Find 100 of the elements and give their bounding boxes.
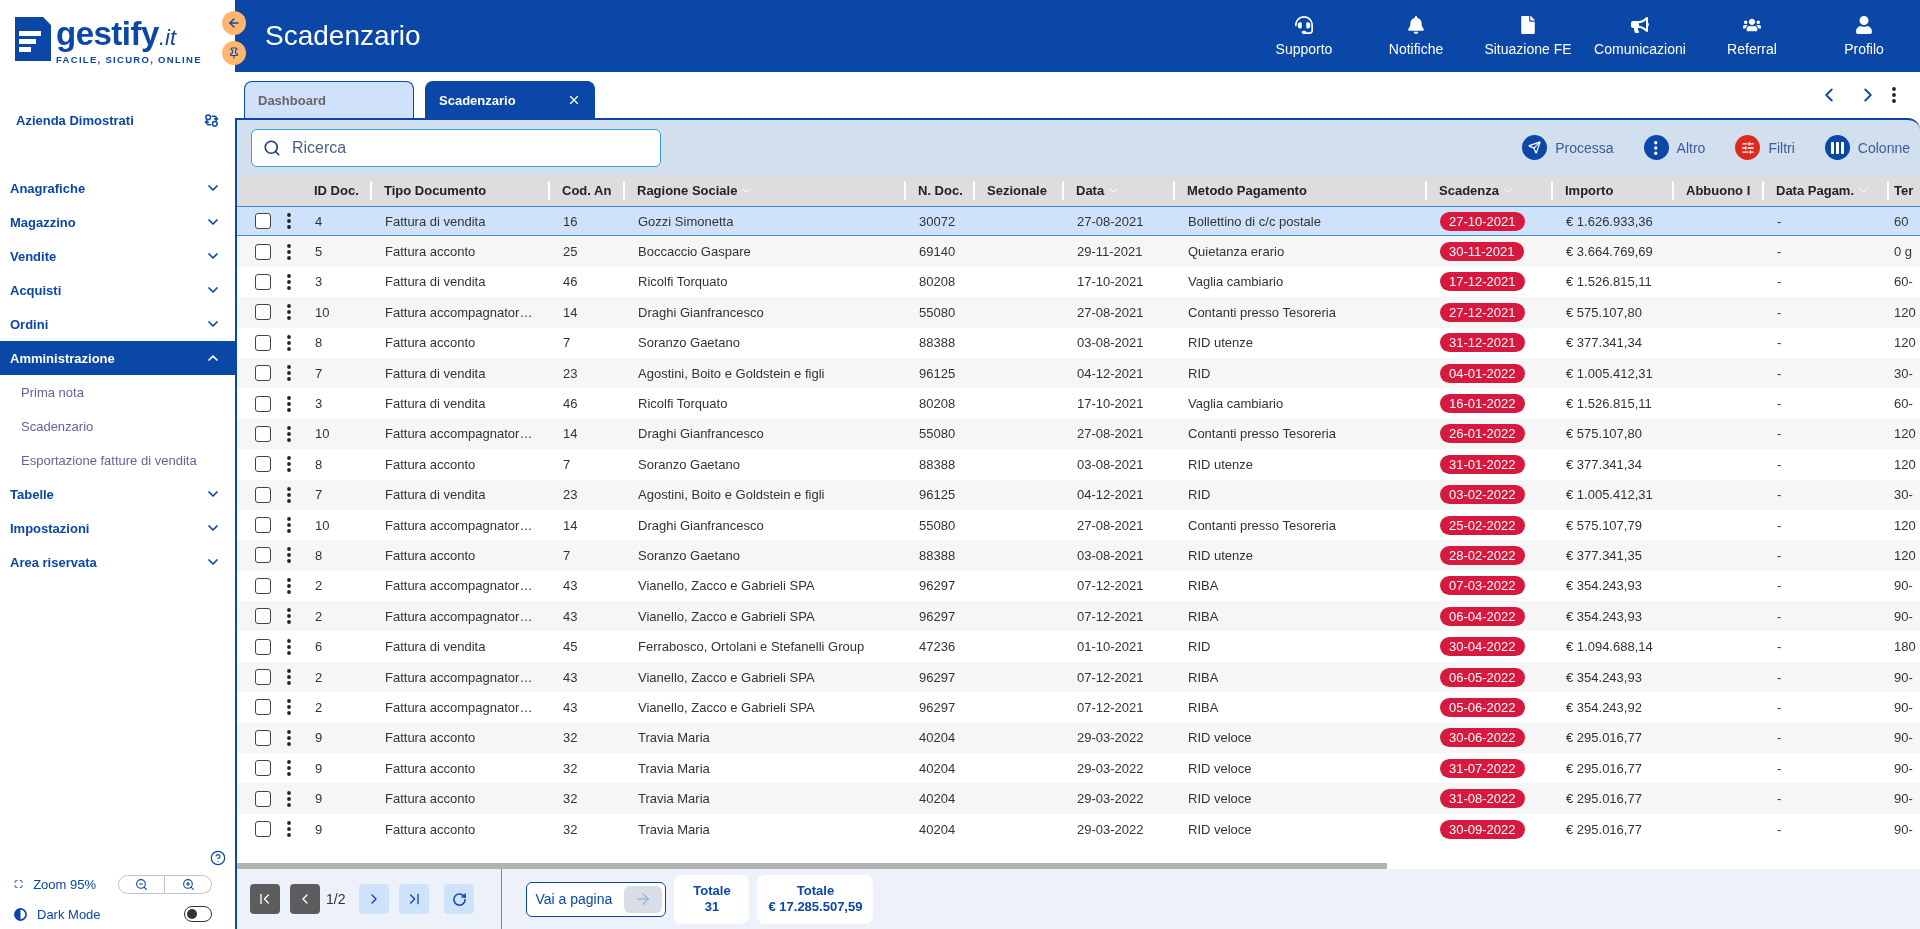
row-checkbox[interactable] (255, 790, 271, 807)
swap-icon[interactable] (204, 112, 219, 128)
refresh-button[interactable] (444, 884, 475, 914)
row-checkbox[interactable] (255, 760, 271, 777)
menu-item[interactable]: Acquisti (0, 273, 235, 307)
more-icon[interactable] (287, 304, 291, 321)
header-action-button[interactable]: Situazione FE (1472, 0, 1584, 72)
toolbar-button[interactable]: Filtri (1735, 135, 1795, 160)
row-checkbox[interactable] (255, 304, 271, 321)
column-header[interactable]: Abbuono I (1674, 175, 1764, 206)
more-icon[interactable] (287, 395, 291, 412)
table-row[interactable]: 7 Fattura di vendita 23 Agostini, Boito e Goldstein e figli 96125 04-12-2021 RID 04-01-2022 € 1.005.412,31 - 30- (237, 357, 1920, 389)
table-row[interactable]: 10 Fattura accompagnator… 14 Draghi Gianfrancesco 55080 27-08-2021 Contanti presso Tesoreria 27-12-2021 € 575.107,80 - 120 (237, 297, 1920, 328)
row-checkbox[interactable] (255, 547, 271, 564)
toolbar-button[interactable]: Altro (1643, 135, 1706, 160)
menu-item[interactable]: Tabelle (0, 477, 235, 511)
more-icon[interactable] (287, 517, 291, 534)
row-checkbox[interactable] (255, 213, 271, 230)
table-row[interactable]: 2 Fattura accompagnator… 43 Vianello, Zacco e Gabrieli SPA 96297 07-12-2021 RIBA 06-04-2022 € 354.243,93 - 90- (237, 601, 1920, 632)
more-icon[interactable] (287, 608, 291, 625)
submenu-item[interactable]: Prima nota (0, 375, 235, 409)
more-icon[interactable] (287, 334, 291, 351)
more-icon[interactable] (287, 729, 291, 746)
more-icon[interactable] (287, 213, 291, 230)
row-checkbox[interactable] (255, 821, 271, 837)
table-row[interactable]: 2 Fattura accompagnator… 43 Vianello, Zacco e Gabrieli SPA 96297 07-12-2021 RIBA 06-05-2022 € 354.243,93 - 90- (237, 661, 1920, 693)
row-checkbox[interactable] (255, 608, 271, 625)
row-checkbox[interactable] (255, 699, 271, 716)
column-header[interactable]: N. Doc. (906, 175, 975, 206)
help-icon[interactable] (210, 850, 226, 866)
toolbar-button[interactable]: Colonne (1824, 135, 1910, 160)
menu-item[interactable]: Area riservata (0, 545, 235, 579)
menu-item[interactable]: Magazzino (0, 205, 235, 239)
column-header[interactable]: ID Doc. (302, 175, 372, 206)
tab[interactable]: Scadenzario (425, 81, 595, 118)
more-options-button[interactable] (1892, 87, 1896, 103)
more-icon[interactable] (287, 456, 291, 473)
horizontal-scrollbar[interactable] (237, 863, 1387, 869)
more-icon[interactable] (287, 365, 291, 382)
header-action-button[interactable]: Comunicazioni (1584, 0, 1696, 72)
row-checkbox[interactable] (255, 395, 271, 412)
more-icon[interactable] (287, 547, 291, 564)
more-icon[interactable] (287, 243, 291, 260)
row-checkbox[interactable] (255, 365, 271, 382)
zoom-out-button[interactable] (118, 874, 165, 894)
toolbar-button[interactable]: Processa (1522, 135, 1614, 160)
more-icon[interactable] (287, 273, 291, 290)
tab[interactable]: Dashboard (244, 81, 414, 118)
row-checkbox[interactable] (255, 577, 271, 594)
column-header[interactable]: Data Pagam. (1764, 175, 1889, 206)
menu-item[interactable]: Ordini (0, 307, 235, 341)
column-header[interactable]: Sezionale (975, 175, 1064, 206)
row-checkbox[interactable] (255, 638, 271, 655)
submenu-item[interactable]: Esportazione fatture di vendita (0, 443, 235, 477)
header-action-button[interactable]: Supporto (1248, 0, 1360, 72)
row-checkbox[interactable] (255, 669, 271, 686)
close-icon[interactable] (567, 93, 581, 107)
column-header[interactable]: Data (1064, 175, 1175, 206)
menu-item[interactable]: Impostazioni (0, 511, 235, 545)
dark-mode-switch[interactable] (184, 906, 212, 922)
column-header[interactable]: Scadenza (1427, 175, 1553, 206)
row-checkbox[interactable] (255, 243, 271, 260)
table-row[interactable]: 4 Fattura di vendita 16 Gozzi Simonetta 30072 27-08-2021 Bollettino di c/c postale 27-10-2021 € 1.626.933,36 - 60 (237, 206, 1920, 237)
row-checkbox[interactable] (255, 729, 271, 746)
table-row[interactable]: 9 Fattura acconto 32 Travia Maria 40204 29-03-2022 RID veloce 31-08-2022 € 295.016,77 - 90- (237, 783, 1920, 814)
header-action-button[interactable]: Profilo (1808, 0, 1920, 72)
menu-item[interactable]: Anagrafiche (0, 171, 235, 205)
row-checkbox[interactable] (255, 456, 271, 473)
row-checkbox[interactable] (255, 517, 271, 534)
submenu-item[interactable]: Scadenzario (0, 409, 235, 443)
next-page-button[interactable] (359, 884, 390, 914)
row-checkbox[interactable] (255, 486, 271, 503)
row-checkbox[interactable] (255, 273, 271, 290)
more-icon[interactable] (287, 425, 291, 442)
row-checkbox[interactable] (255, 425, 271, 442)
table-row[interactable]: 10 Fattura accompagnator… 14 Draghi Gianfrancesco 55080 27-08-2021 Contanti presso Tesoreria 26-01-2022 € 575.107,80 - 120 (237, 418, 1920, 450)
column-header[interactable]: Tipo Documento (372, 175, 550, 206)
more-icon[interactable] (287, 486, 291, 503)
column-header[interactable]: Ragione Sociale (625, 175, 906, 206)
table-row[interactable]: 7 Fattura di vendita 23 Agostini, Boito e Goldstein e figli 96125 04-12-2021 RID 03-02-2022 € 1.005.412,31 - 30- (237, 479, 1920, 510)
last-page-button[interactable] (399, 884, 430, 914)
menu-item[interactable]: Amministrazione (0, 341, 235, 375)
header-action-button[interactable]: Referral (1696, 0, 1808, 72)
table-row[interactable]: 9 Fattura acconto 32 Travia Maria 40204 29-03-2022 RID veloce 30-06-2022 € 295.016,77 - 90- (237, 722, 1920, 754)
search-field[interactable]: Ricerca (251, 128, 661, 167)
more-icon[interactable] (287, 638, 291, 655)
header-action-button[interactable]: Notifiche (1360, 0, 1472, 72)
more-icon[interactable] (287, 669, 291, 686)
more-icon[interactable] (287, 821, 291, 837)
table-row[interactable]: 8 Fattura acconto 7 Soranzo Gaetano 88388 03-08-2021 RID utenze 28-02-2022 € 377.341,35 - 120 (237, 540, 1920, 571)
column-header[interactable]: Importo (1553, 175, 1674, 206)
column-header[interactable]: Metodo Pagamento (1175, 175, 1427, 206)
more-icon[interactable] (287, 790, 291, 807)
column-header[interactable]: Cod. An (550, 175, 625, 206)
zoom-in-button[interactable] (165, 874, 212, 894)
table-row[interactable]: 5 Fattura acconto 25 Boccaccio Gaspare 69140 29-11-2021 Quietanza erario 30-11-2021 € 3.664.769,69 - 0 g (237, 236, 1920, 267)
menu-item[interactable]: Vendite (0, 239, 235, 273)
more-icon[interactable] (287, 577, 291, 594)
more-icon[interactable] (287, 760, 291, 777)
more-icon[interactable] (287, 699, 291, 716)
